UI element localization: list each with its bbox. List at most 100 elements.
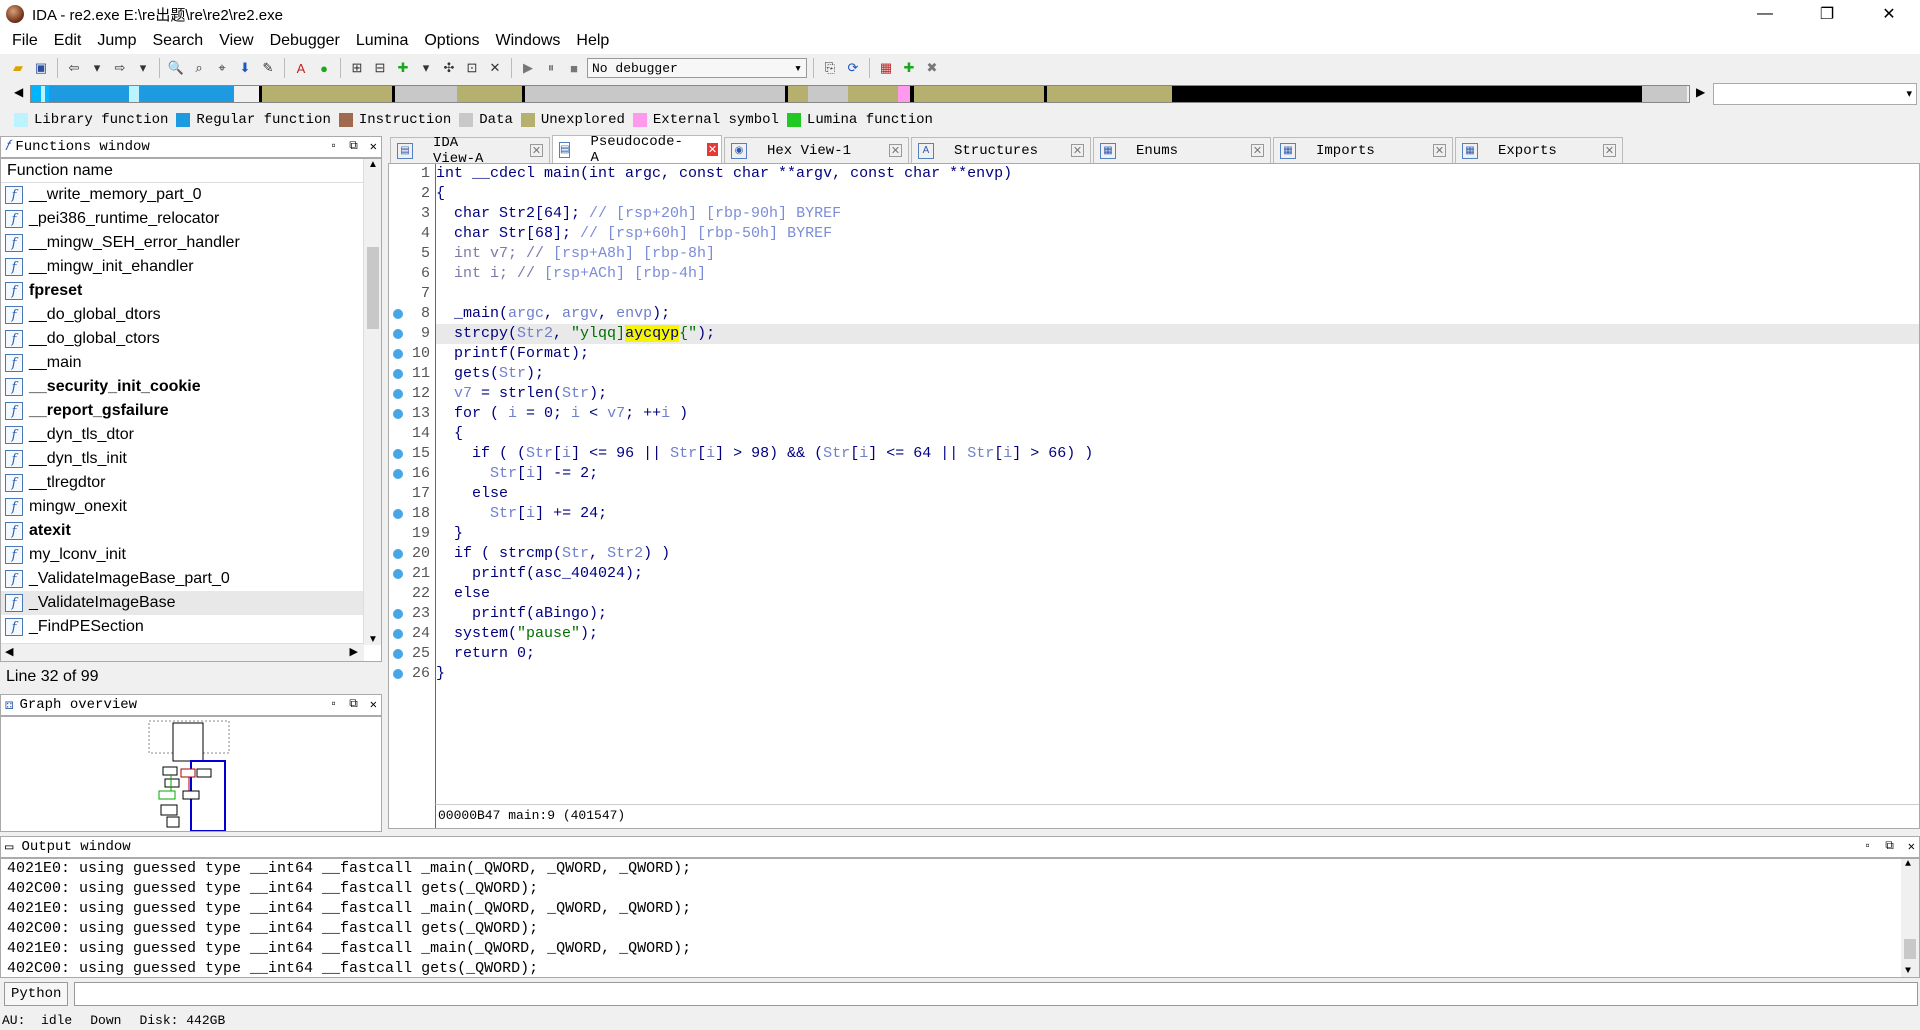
green-circle-icon[interactable]: ● xyxy=(314,58,334,78)
function-list-item[interactable]: f __main xyxy=(1,351,364,375)
code-line[interactable]: gets(Str); xyxy=(436,364,1919,384)
output-window-body[interactable]: 4021E0: using guessed type __int64 __fas… xyxy=(0,858,1920,978)
close-panel-icon[interactable]: ✕ xyxy=(370,697,377,712)
tab-enums[interactable]: ▦ Enums ✕ xyxy=(1093,137,1271,163)
breakpoint-dot-icon[interactable] xyxy=(393,389,403,399)
menu-help[interactable]: Help xyxy=(568,32,617,50)
code-line[interactable]: printf(aBingo); xyxy=(436,604,1919,624)
remove-breakpoint-icon[interactable]: ✖ xyxy=(922,58,942,78)
tab-close-icon[interactable]: ✕ xyxy=(1433,144,1446,157)
function-list-item[interactable]: f __security_init_cookie xyxy=(1,375,364,399)
nav-right-icon[interactable]: ▶ xyxy=(1696,85,1705,99)
breakpoint-list-icon[interactable]: ▦ xyxy=(876,58,896,78)
scroll-down-icon[interactable]: ▼ xyxy=(368,634,378,645)
search-next-icon[interactable]: ⌖ xyxy=(212,58,232,78)
run-icon[interactable]: ▶ xyxy=(518,58,538,78)
open-folder-icon[interactable]: ▰ xyxy=(8,58,28,78)
tab-close-icon[interactable]: ✕ xyxy=(1603,144,1616,157)
forward-dropdown-icon[interactable]: ▾ xyxy=(133,58,153,78)
maximize-button[interactable]: ❐ xyxy=(1796,0,1858,28)
search-text-icon[interactable]: ⌕ xyxy=(189,58,209,78)
refresh-icon[interactable]: ⟳ xyxy=(843,58,863,78)
back-dropdown-icon[interactable]: ▾ xyxy=(87,58,107,78)
code-line[interactable]: { xyxy=(436,424,1919,444)
forward-icon[interactable]: ⇨ xyxy=(110,58,130,78)
breakpoint-dot-icon[interactable] xyxy=(393,329,403,339)
code-line[interactable]: { xyxy=(436,184,1919,204)
float-panel-icon[interactable]: ⧉ xyxy=(1885,839,1894,854)
nav-segment[interactable] xyxy=(234,86,259,102)
breakpoint-dot-icon[interactable] xyxy=(393,609,403,619)
scroll-left-icon[interactable]: ◀ xyxy=(5,645,13,658)
nav-segment[interactable] xyxy=(457,86,522,102)
code-line[interactable]: int i; // [rsp+ACh] [rbp-4h] xyxy=(436,264,1919,284)
plugin-icon[interactable]: ✣ xyxy=(439,58,459,78)
code-line[interactable]: return 0; xyxy=(436,644,1919,664)
tab-close-icon[interactable]: ✕ xyxy=(889,144,902,157)
delete-icon[interactable]: ✕ xyxy=(485,58,505,78)
tab-close-icon[interactable]: ✕ xyxy=(1251,144,1264,157)
function-list-item[interactable]: f atexit xyxy=(1,519,364,543)
breakpoint-dot-icon[interactable] xyxy=(393,569,403,579)
pseudocode-view[interactable]: 1 2 3 4 5 6 7 8 9 10 11 12 13 14 15 16 17 18 19 20 21 22 23 24 2… xyxy=(388,163,1920,829)
code-line[interactable]: for ( i = 0; i < v7; ++i ) xyxy=(436,404,1919,424)
breakpoint-dot-icon[interactable] xyxy=(393,349,403,359)
breakpoint-dot-icon[interactable] xyxy=(393,309,403,319)
function-list-item[interactable]: f _ValidateImageBase_part_0 xyxy=(1,567,364,591)
nav-left-icon[interactable]: ◀ xyxy=(14,85,23,99)
scroll-up-icon[interactable]: ▲ xyxy=(368,159,378,170)
close-panel-icon[interactable]: ✕ xyxy=(370,139,377,154)
nav-segment[interactable] xyxy=(525,86,785,102)
tab-close-icon[interactable]: ✕ xyxy=(530,144,543,157)
code-line[interactable]: v7 = strlen(Str); xyxy=(436,384,1919,404)
tab-ida-view-a[interactable]: ▤ IDA View-A ✕ xyxy=(390,135,550,167)
tab-exports[interactable]: ▦ Exports ✕ xyxy=(1455,137,1623,163)
menu-lumina[interactable]: Lumina xyxy=(348,32,416,50)
function-list-item[interactable]: f __do_global_dtors xyxy=(1,303,364,327)
nav-segment[interactable] xyxy=(914,86,1044,102)
nav-segment[interactable] xyxy=(788,86,808,102)
functions-horizontal-scrollbar[interactable]: ◀ ▶ xyxy=(1,643,364,661)
menu-jump[interactable]: Jump xyxy=(89,32,144,50)
float-panel-icon[interactable]: ⧉ xyxy=(349,139,358,154)
tab-imports[interactable]: ▦ Imports ✕ xyxy=(1273,137,1453,163)
graph-overview-panel[interactable] xyxy=(0,716,382,832)
code-line[interactable]: int v7; // [rsp+A8h] [rbp-8h] xyxy=(436,244,1919,264)
stop-icon[interactable]: ■ xyxy=(564,58,584,78)
restore-panel-icon[interactable]: ▫ xyxy=(330,139,337,154)
menu-search[interactable]: Search xyxy=(144,32,211,50)
add-breakpoint-icon[interactable]: ✚ xyxy=(899,58,919,78)
search-binary-icon[interactable]: 🔍 xyxy=(166,58,186,78)
menu-debugger[interactable]: Debugger xyxy=(262,32,348,50)
code-line[interactable]: printf(Format); xyxy=(436,344,1919,364)
code-line[interactable]: char Str2[64]; // [rsp+20h] [rbp-90h] BY… xyxy=(436,204,1919,224)
breakpoint-dot-icon[interactable] xyxy=(393,509,403,519)
tab-pseudocode-a[interactable]: ▤ Pseudocode-A ✕ xyxy=(552,134,722,166)
command-input[interactable] xyxy=(74,982,1918,1006)
function-list-item[interactable]: f __report_gsfailure xyxy=(1,399,364,423)
tab-hex-view-1[interactable]: ◉ Hex View-1 ✕ xyxy=(724,137,909,163)
breakpoint-dot-icon[interactable] xyxy=(393,629,403,639)
breakpoint-dot-icon[interactable] xyxy=(393,449,403,459)
back-icon[interactable]: ⇦ xyxy=(64,58,84,78)
menu-view[interactable]: View xyxy=(211,32,261,50)
menu-file[interactable]: File xyxy=(4,32,46,50)
nav-segment[interactable] xyxy=(139,86,234,102)
function-list-item[interactable]: f __mingw_init_ehandler xyxy=(1,255,364,279)
function-list-item[interactable]: f my_lconv_init xyxy=(1,543,364,567)
save-icon[interactable]: ▣ xyxy=(31,58,51,78)
scroll-up-icon[interactable]: ▲ xyxy=(1905,859,1911,870)
scroll-down-icon[interactable]: ▼ xyxy=(1905,966,1911,977)
nav-segment[interactable] xyxy=(262,86,392,102)
tab-structures[interactable]: A Structures ✕ xyxy=(911,137,1091,163)
pause-icon[interactable]: ⏸ xyxy=(541,58,561,78)
nav-segment[interactable] xyxy=(1047,86,1172,102)
add-icon[interactable]: ✚ xyxy=(393,58,413,78)
menu-options[interactable]: Options xyxy=(416,32,487,50)
code-line[interactable]: Str[i] += 24; xyxy=(436,504,1919,524)
code-line[interactable]: char Str[68]; // [rsp+60h] [rbp-50h] BYR… xyxy=(436,224,1919,244)
function-list-item[interactable]: f __do_global_ctors xyxy=(1,327,364,351)
code-line[interactable]: printf(asc_404024); xyxy=(436,564,1919,584)
breakpoint-dot-icon[interactable] xyxy=(393,549,403,559)
float-panel-icon[interactable]: ⧉ xyxy=(349,697,358,712)
